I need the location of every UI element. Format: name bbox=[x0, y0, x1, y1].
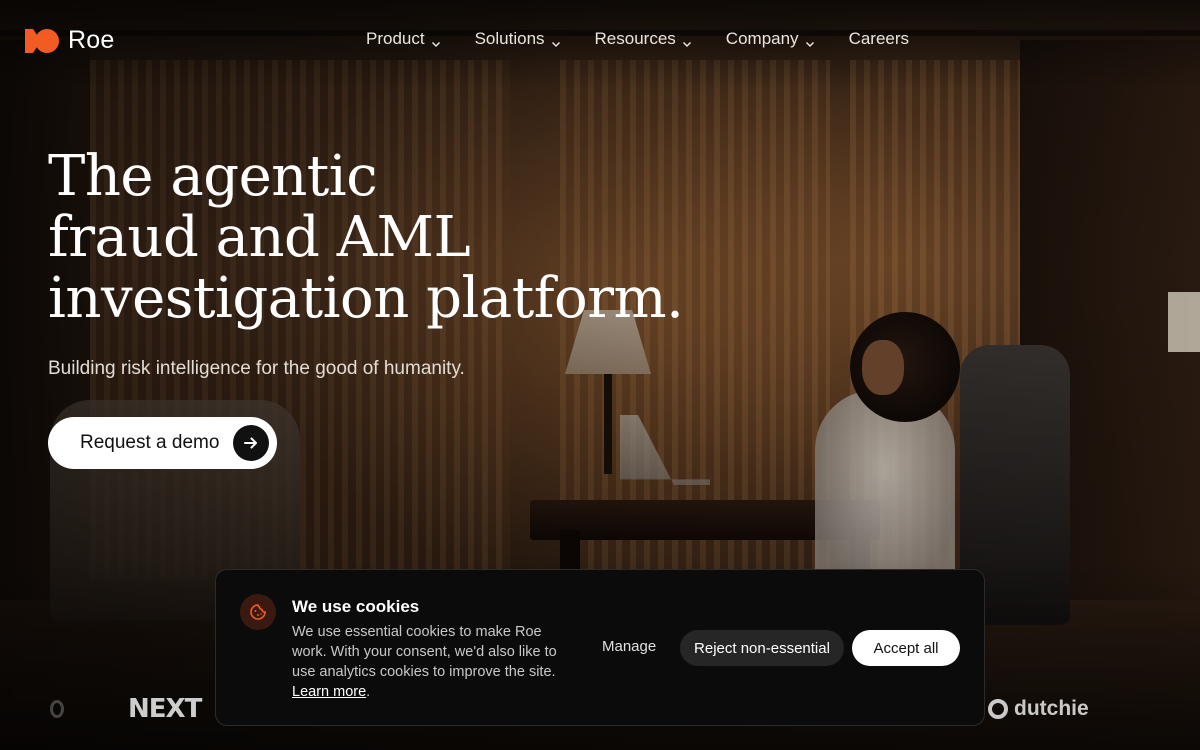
nav-item-solutions[interactable]: Solutions bbox=[475, 29, 561, 49]
nav-item-label: Careers bbox=[848, 29, 910, 48]
accept-all-button[interactable]: Accept all bbox=[852, 630, 960, 666]
cookie-icon bbox=[240, 594, 276, 630]
nav-item-careers[interactable]: Careers bbox=[849, 29, 909, 49]
cookie-body-period: . bbox=[366, 684, 371, 700]
request-demo-label: Request a demo bbox=[80, 432, 220, 453]
hero-title-line: The agentic bbox=[48, 144, 378, 209]
hero-title-line: fraud and AML bbox=[48, 205, 471, 270]
nav-item-label: Solutions bbox=[474, 29, 545, 48]
dutchie-logo-icon bbox=[988, 699, 1008, 719]
chevron-down-icon bbox=[805, 34, 815, 48]
chevron-down-icon bbox=[682, 34, 692, 48]
cookie-banner: We use cookies We use essential cookies … bbox=[215, 569, 985, 726]
nav-links: Product Solutions Resources Company Care… bbox=[366, 29, 943, 49]
hero-subtitle: Building risk intelligence for the good … bbox=[48, 358, 465, 379]
nav-item-product[interactable]: Product bbox=[366, 29, 441, 49]
customer-logo-text: dutchie bbox=[1014, 697, 1089, 720]
nav-item-label: Resources bbox=[594, 29, 676, 48]
brand-name: Roe bbox=[68, 26, 115, 54]
top-nav: Roe Product Solutions Resources Company … bbox=[0, 0, 1200, 80]
hero-title: The agentic fraud and AML investigation … bbox=[48, 146, 748, 329]
cookie-body-text: We use essential cookies to make Roe wor… bbox=[292, 624, 557, 680]
manage-cookies-button[interactable]: Manage bbox=[602, 638, 656, 655]
cookie-description: We use essential cookies to make Roe wor… bbox=[292, 622, 562, 702]
request-demo-button[interactable]: Request a demo bbox=[48, 417, 277, 469]
nav-item-label: Company bbox=[725, 29, 799, 48]
chevron-down-icon bbox=[431, 34, 441, 48]
cookie-title: We use cookies bbox=[292, 597, 420, 616]
customer-logo-dutchie: dutchie bbox=[988, 697, 1089, 721]
hero-title-line: investigation platform. bbox=[48, 266, 684, 331]
nav-item-resources[interactable]: Resources bbox=[595, 29, 692, 49]
nav-item-company[interactable]: Company bbox=[726, 29, 815, 49]
arrow-right-icon bbox=[233, 425, 269, 461]
nav-item-label: Product bbox=[366, 29, 425, 48]
learn-more-link[interactable]: Learn more bbox=[292, 684, 366, 700]
reject-non-essential-button[interactable]: Reject non-essential bbox=[680, 630, 844, 666]
page: Roe Product Solutions Resources Company … bbox=[0, 0, 1200, 750]
brand-logo[interactable]: Roe bbox=[24, 26, 114, 55]
chevron-down-icon bbox=[551, 34, 561, 48]
roe-logo-icon bbox=[24, 28, 60, 54]
customer-logo-next: NEXT bbox=[128, 694, 202, 724]
customer-logo-partial bbox=[50, 700, 64, 718]
